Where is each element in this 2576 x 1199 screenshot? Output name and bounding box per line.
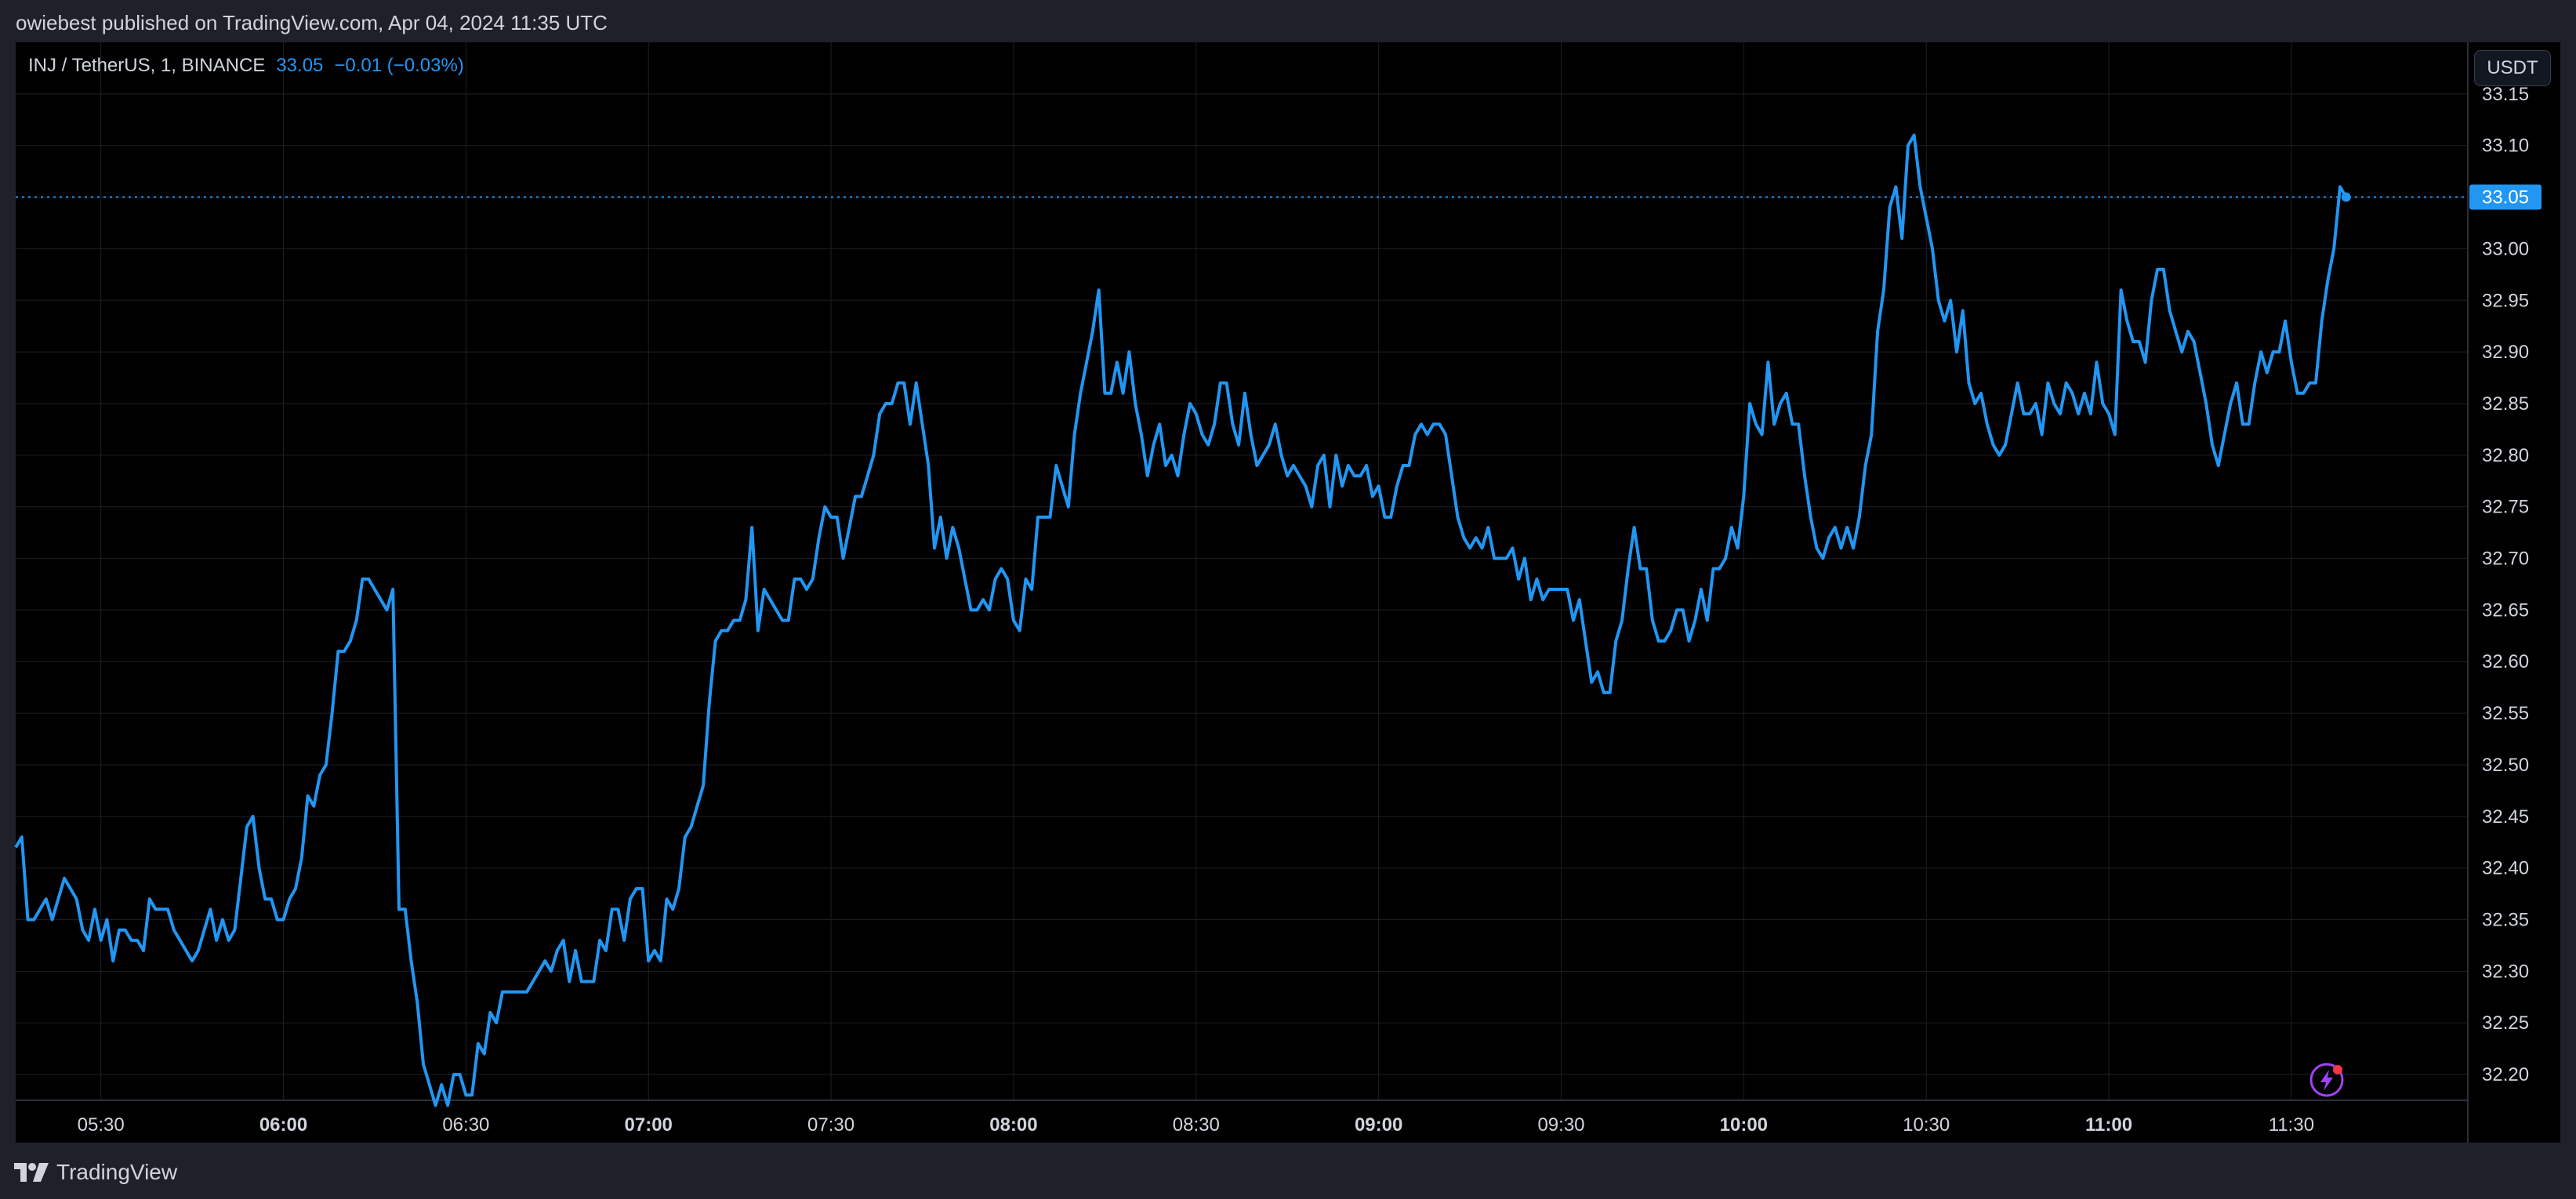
y-tick-label: 32.70 bbox=[2482, 549, 2529, 570]
x-tick-label: 08:00 bbox=[989, 1114, 1037, 1136]
x-tick-label: 10:00 bbox=[1720, 1114, 1768, 1136]
y-tick-label: 32.60 bbox=[2482, 651, 2529, 672]
footer-logo[interactable]: TradingView bbox=[14, 1157, 177, 1188]
x-tick-label: 07:30 bbox=[807, 1114, 854, 1136]
y-tick-label: 32.50 bbox=[2482, 755, 2529, 776]
y-tick-label: 32.45 bbox=[2482, 806, 2529, 828]
y-tick-label: 32.35 bbox=[2482, 910, 2529, 931]
legend-change: −0.01 (−0.03%) bbox=[334, 55, 464, 76]
x-tick-label: 06:30 bbox=[442, 1114, 489, 1136]
last-price-badge: 33.05 bbox=[2469, 184, 2542, 210]
y-tick-label: 33.00 bbox=[2482, 238, 2529, 259]
chart[interactable]: 32.20 32.25 32.30 32.35 32.40 32.45 32.50 32.55… bbox=[0, 0, 2576, 1199]
x-tick-label: 09:00 bbox=[1355, 1114, 1402, 1136]
x-tick-label: 07:00 bbox=[625, 1114, 673, 1136]
y-tick-label: 32.65 bbox=[2482, 600, 2529, 621]
tradingview-logo-icon bbox=[14, 1163, 49, 1182]
chart-legend: INJ / TetherUS, 1, BINANCE 33.05 −0.01 (… bbox=[28, 55, 464, 77]
chart-pane-background bbox=[16, 42, 2560, 1143]
x-tick-label: 05:30 bbox=[78, 1114, 125, 1136]
x-tick-label: 11:30 bbox=[2269, 1114, 2314, 1136]
y-tick-label: 32.80 bbox=[2482, 445, 2529, 466]
x-tick-label: 06:00 bbox=[259, 1114, 307, 1136]
currency-button[interactable]: USDT bbox=[2474, 50, 2551, 86]
x-tick-label: 10:30 bbox=[1903, 1114, 1950, 1136]
legend-price: 33.05 bbox=[276, 55, 324, 76]
y-tick-label: 32.55 bbox=[2482, 703, 2529, 724]
footer-brand-text: TradingView bbox=[56, 1160, 178, 1184]
y-tick-label: 32.40 bbox=[2482, 858, 2529, 879]
y-tick-label: 33.10 bbox=[2482, 136, 2529, 157]
y-tick-label: 32.75 bbox=[2482, 497, 2529, 518]
x-tick-label: 09:30 bbox=[1537, 1114, 1584, 1136]
x-tick-label: 08:30 bbox=[1173, 1114, 1220, 1136]
last-price-badge-text: 33.05 bbox=[2482, 187, 2529, 208]
legend-symbol: INJ / TetherUS, 1, BINANCE bbox=[28, 55, 266, 76]
y-tick-label: 32.20 bbox=[2482, 1064, 2529, 1085]
y-tick-label: 33.15 bbox=[2482, 84, 2529, 105]
y-tick-label: 32.85 bbox=[2482, 393, 2529, 415]
y-tick-label: 32.90 bbox=[2482, 342, 2529, 363]
y-tick-label: 32.30 bbox=[2482, 961, 2529, 982]
y-tick-label: 32.25 bbox=[2482, 1012, 2529, 1034]
last-price-point bbox=[2341, 192, 2351, 202]
y-tick-label: 32.95 bbox=[2482, 290, 2529, 311]
x-tick-label: 11:00 bbox=[2085, 1114, 2132, 1136]
